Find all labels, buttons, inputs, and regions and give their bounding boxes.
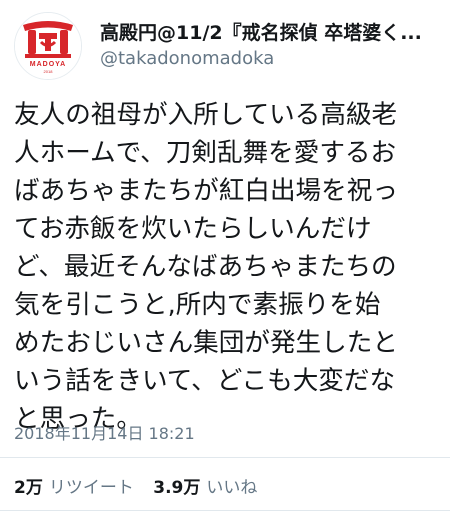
avatar-logo-text: MADOYA <box>30 61 66 68</box>
divider <box>0 457 450 458</box>
retweet-stat[interactable]: 2万 リツイート <box>14 473 134 498</box>
avatar[interactable]: MADOYA 2018 <box>14 12 82 80</box>
like-stat[interactable]: 3.9万 いいね <box>153 473 257 498</box>
author-handle[interactable]: @takadonomadoka <box>100 48 274 69</box>
madoya-logo-icon: MADOYA 2018 <box>15 13 81 79</box>
like-count: 3.9万 <box>153 478 201 498</box>
author-display-name[interactable]: 高殿円@11/2『戒名探偵 卒塔婆く... <box>100 18 435 45</box>
avatar-logo-subtext: 2018 <box>44 69 54 74</box>
retweet-label: リツイート <box>48 478 134 498</box>
retweet-count: 2万 <box>14 478 43 498</box>
tweet-stats: 2万 リツイート 3.9万 いいね <box>14 473 271 498</box>
tweet-header: MADOYA 2018 高殿円@11/2『戒名探偵 卒塔婆く... @takad… <box>0 0 450 90</box>
like-label: いいね <box>206 478 258 498</box>
divider <box>0 510 450 511</box>
tweet-text: 友人の祖母が入所している高級老 人ホームで、刀剣乱舞を愛するお ばあちゃまたちが… <box>14 100 398 434</box>
tweet-timestamp[interactable]: 2018年11月14日 18:21 <box>14 420 195 444</box>
